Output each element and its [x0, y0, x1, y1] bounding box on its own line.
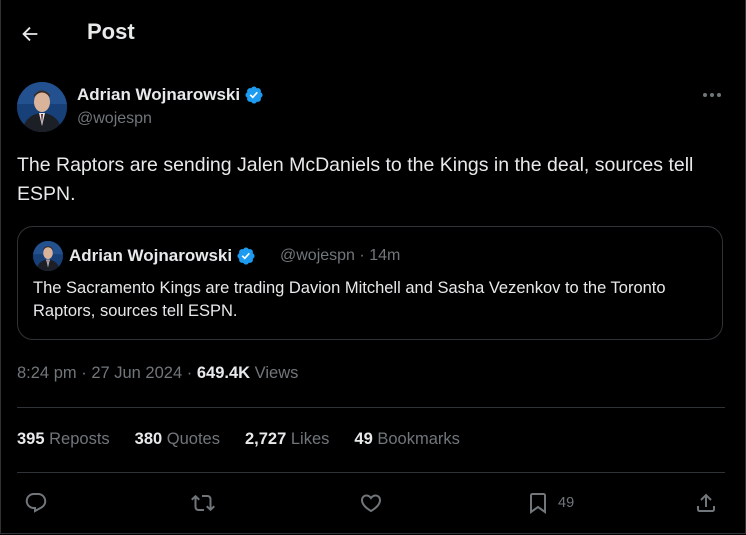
quotes-stat[interactable]: 380 Quotes [135, 430, 220, 449]
meta-separator: · [186, 364, 197, 382]
share-button[interactable] [694, 491, 718, 515]
verified-badge-icon [245, 86, 263, 104]
quoted-avatar [33, 241, 63, 271]
reply-icon [25, 493, 47, 513]
bookmarks-stat[interactable]: 49 Bookmarks [354, 430, 459, 449]
meta-separator: · [359, 247, 370, 264]
reply-button[interactable] [24, 491, 48, 515]
author-handle[interactable]: @wojespn [77, 110, 152, 128]
bookmark-icon [530, 493, 546, 514]
top-bar: Post [0, 0, 746, 68]
quoted-tweet[interactable]: Adrian Wojnarowski @wojespn · 14m The Sa… [17, 226, 723, 340]
quoted-text: The Sacramento Kings are trading Davion … [33, 279, 666, 320]
more-dots-icon [703, 93, 721, 97]
more-options-button[interactable] [698, 84, 726, 106]
quoted-author-handle: @wojespn [280, 247, 355, 264]
author-name-text: Adrian Wojnarowski [77, 85, 241, 104]
verified-badge-icon [237, 247, 255, 265]
like-button[interactable] [359, 491, 383, 515]
engagement-stats: 395 Reposts 380 Quotes 2,727 Likes 49 Bo… [17, 430, 485, 449]
repost-icon [191, 494, 215, 512]
back-button[interactable] [14, 18, 46, 50]
likes-count: 2,727 [244, 430, 287, 448]
share-icon [697, 493, 715, 512]
page-title: Post [87, 19, 135, 44]
quoted-author-name-text: Adrian Wojnarowski [69, 246, 233, 265]
quoted-author-name: Adrian Wojnarowski [69, 246, 256, 266]
reposts-count: 395 [17, 430, 45, 448]
arrow-left-icon [22, 26, 38, 42]
quoted-age: 14m [369, 247, 401, 264]
tweet-meta: 8:24 pm · 27 Jun 2024 · 649.4K Views [17, 364, 298, 383]
tweet-time[interactable]: 8:24 pm [17, 364, 77, 382]
views-count: 649.4K [196, 364, 251, 382]
likes-stat[interactable]: 2,727 Likes [245, 430, 329, 449]
likes-label: Likes [290, 430, 330, 448]
quotes-count: 380 [134, 430, 163, 448]
repost-button[interactable] [191, 491, 215, 515]
quoted-meta: @wojespn · 14m [280, 247, 400, 265]
bookmark-count: 49 [558, 495, 575, 511]
bookmarks-label: Bookmarks [377, 430, 460, 448]
bookmark-button[interactable]: 49 [526, 491, 574, 515]
quotes-label: Quotes [166, 430, 220, 448]
views-label: Views [254, 364, 299, 382]
tweet-text: The Raptors are sending Jalen McDaniels … [17, 154, 694, 205]
meta-separator: · [81, 364, 92, 382]
avatar[interactable] [17, 82, 67, 132]
divider [17, 407, 725, 408]
reposts-stat[interactable]: 395 Reposts [17, 430, 110, 449]
divider [17, 472, 725, 473]
heart-icon [360, 494, 382, 513]
reposts-label: Reposts [49, 430, 110, 448]
tweet-date[interactable]: 27 Jun 2024 [91, 364, 182, 382]
author-name[interactable]: Adrian Wojnarowski [77, 85, 264, 105]
bookmarks-count: 49 [354, 430, 373, 448]
